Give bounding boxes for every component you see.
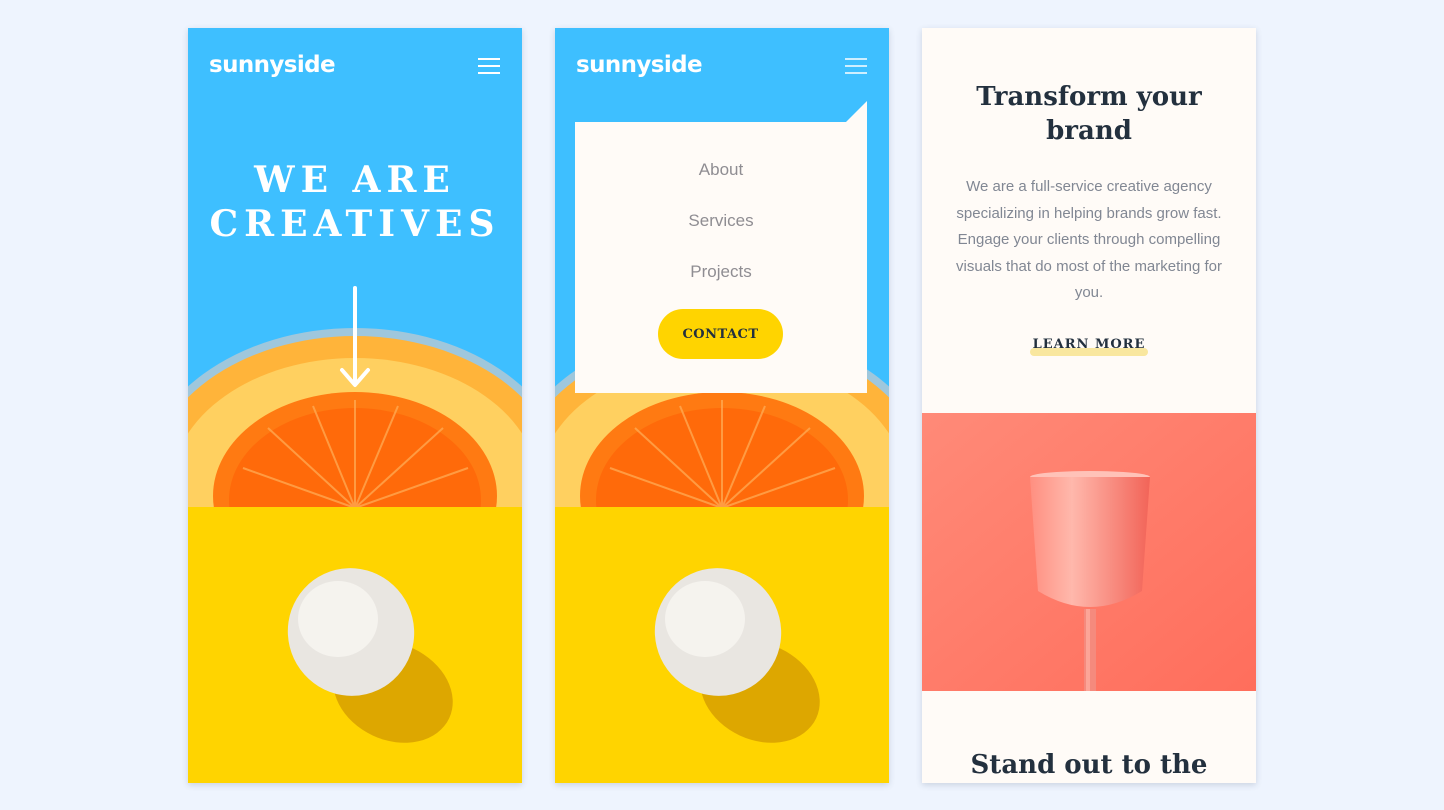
hamburger-menu-icon[interactable] [478,58,500,76]
arrow-down-icon[interactable] [339,286,371,390]
mobile-screen-menu-open: sunnyside About Services Projects CONTAC… [555,28,889,783]
egg-image [188,507,522,783]
transform-heading: Transform your brand [922,80,1256,148]
nav-item-about[interactable]: About [575,160,867,180]
nav-item-services[interactable]: Services [575,211,867,231]
hero-title: WE ARE CREATIVES [188,158,522,246]
hamburger-menu-icon[interactable] [845,58,867,76]
logo[interactable]: sunnyside [576,52,703,78]
mobile-nav-menu: About Services Projects CONTACT [575,122,867,393]
nav-item-projects[interactable]: Projects [575,262,867,282]
transform-description: We are a full-service creative agency sp… [956,178,1222,302]
hero-title-line2: CREATIVES [209,203,501,245]
contact-button[interactable]: CONTACT [658,309,783,359]
coral-cup-image [922,413,1256,691]
mobile-screen-hero: sunnyside WE ARE CREATIVES [188,28,522,783]
transform-heading-line2: brand [1046,116,1132,146]
hero-title-line1: WE ARE [254,159,456,201]
learn-more-link[interactable]: LEARN MORE [1028,335,1150,357]
egg-image [555,507,889,783]
transform-heading-line1: Transform your [976,82,1202,112]
logo[interactable]: sunnyside [209,52,336,78]
standout-heading: Stand out to the [970,750,1208,780]
learn-more-label: LEARN MORE [1032,337,1146,352]
menu-pointer [845,101,867,123]
mobile-screen-transform: Transform your brand We are a full-servi… [922,28,1256,783]
